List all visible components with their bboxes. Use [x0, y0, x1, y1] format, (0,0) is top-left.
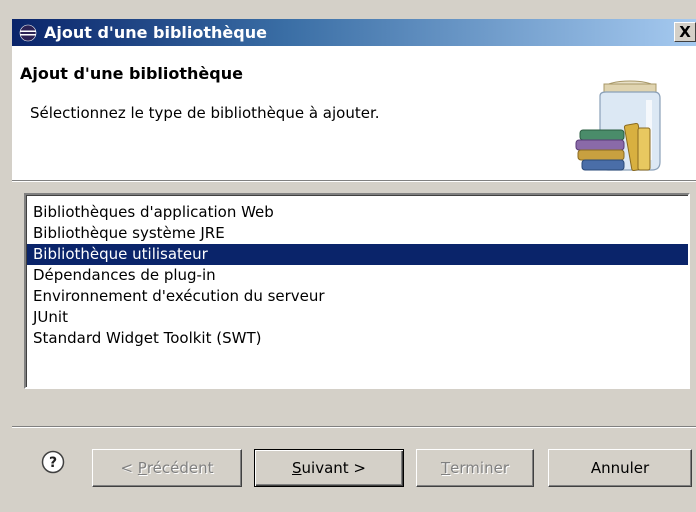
- next-label: uivant >: [301, 459, 366, 477]
- dialog-header: Ajout d'une bibliothèque Sélectionnez le…: [12, 46, 696, 180]
- finish-label: erminer: [450, 459, 509, 477]
- close-icon: X: [679, 22, 691, 41]
- library-type-list[interactable]: Bibliothèques d'application Web Biblioth…: [24, 193, 690, 389]
- close-button[interactable]: X: [674, 22, 696, 42]
- next-mnemonic: S: [292, 459, 302, 477]
- dialog-window: Ajout d'une bibliothèque X Ajout d'une b…: [0, 0, 696, 512]
- next-button[interactable]: Suivant >: [254, 449, 404, 487]
- finish-button[interactable]: Terminer: [416, 449, 534, 487]
- cancel-button[interactable]: Annuler: [548, 449, 692, 487]
- button-bar-divider-highlight: [12, 427, 696, 428]
- list-content: Bibliothèques d'application Web Biblioth…: [26, 195, 688, 387]
- help-button[interactable]: ?: [40, 450, 66, 478]
- previous-label: récédent: [146, 459, 214, 477]
- finish-mnemonic: T: [441, 459, 451, 477]
- cancel-label: Annuler: [590, 459, 650, 477]
- previous-mnemonic: P: [137, 459, 147, 477]
- list-item[interactable]: Environnement d'exécution du serveur: [27, 286, 688, 307]
- list-item-selected[interactable]: Bibliothèque utilisateur: [27, 244, 688, 265]
- list-item[interactable]: Bibliothèque système JRE: [27, 223, 688, 244]
- list-item[interactable]: Bibliothèques d'application Web: [27, 202, 688, 223]
- header-description: Sélectionnez le type de bibliothèque à a…: [30, 104, 380, 122]
- previous-prefix: <: [120, 459, 138, 477]
- header-divider-highlight: [12, 181, 696, 182]
- list-item[interactable]: Standard Widget Toolkit (SWT): [27, 328, 688, 349]
- list-item[interactable]: JUnit: [27, 307, 688, 328]
- header-title: Ajout d'une bibliothèque: [20, 64, 243, 83]
- library-jar-icon: [570, 74, 666, 178]
- window-title: Ajout d'une bibliothèque: [44, 23, 267, 42]
- svg-text:?: ?: [49, 455, 57, 471]
- help-icon: ?: [41, 450, 65, 478]
- list-item[interactable]: Dépendances de plug-in: [27, 265, 688, 286]
- previous-button[interactable]: < Précédent: [92, 449, 242, 487]
- title-bar[interactable]: Ajout d'une bibliothèque X: [12, 19, 696, 46]
- eclipse-icon: [18, 23, 38, 43]
